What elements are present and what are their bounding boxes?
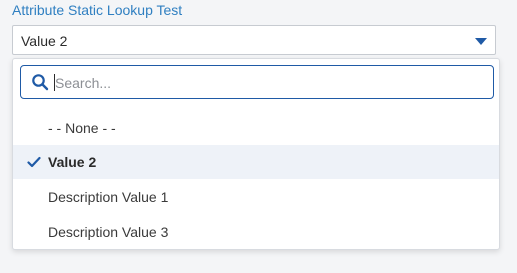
option-value-2[interactable]: Value 2 (13, 145, 499, 179)
field-label: Attribute Static Lookup Test (12, 2, 183, 18)
option-description-value-1[interactable]: Description Value 1 (13, 180, 499, 214)
dropdown-panel: - - None - - Value 2 Description Value 1… (12, 58, 500, 250)
checkmark-icon (27, 156, 41, 168)
option-label: Description Value 1 (48, 189, 169, 205)
search-icon (32, 74, 49, 91)
search-input[interactable] (53, 71, 487, 95)
search-box[interactable] (20, 65, 494, 99)
option-none[interactable]: - - None - - (13, 111, 499, 145)
selected-value: Value 2 (21, 33, 68, 49)
option-label: Value 2 (48, 154, 97, 170)
option-label: - - None - - (48, 120, 116, 136)
lookup-select[interactable]: Value 2 (12, 25, 496, 55)
caret-down-icon[interactable] (475, 38, 487, 45)
option-description-value-3[interactable]: Description Value 3 (13, 215, 499, 249)
text-cursor (54, 74, 55, 91)
option-label: Description Value 3 (48, 224, 169, 240)
